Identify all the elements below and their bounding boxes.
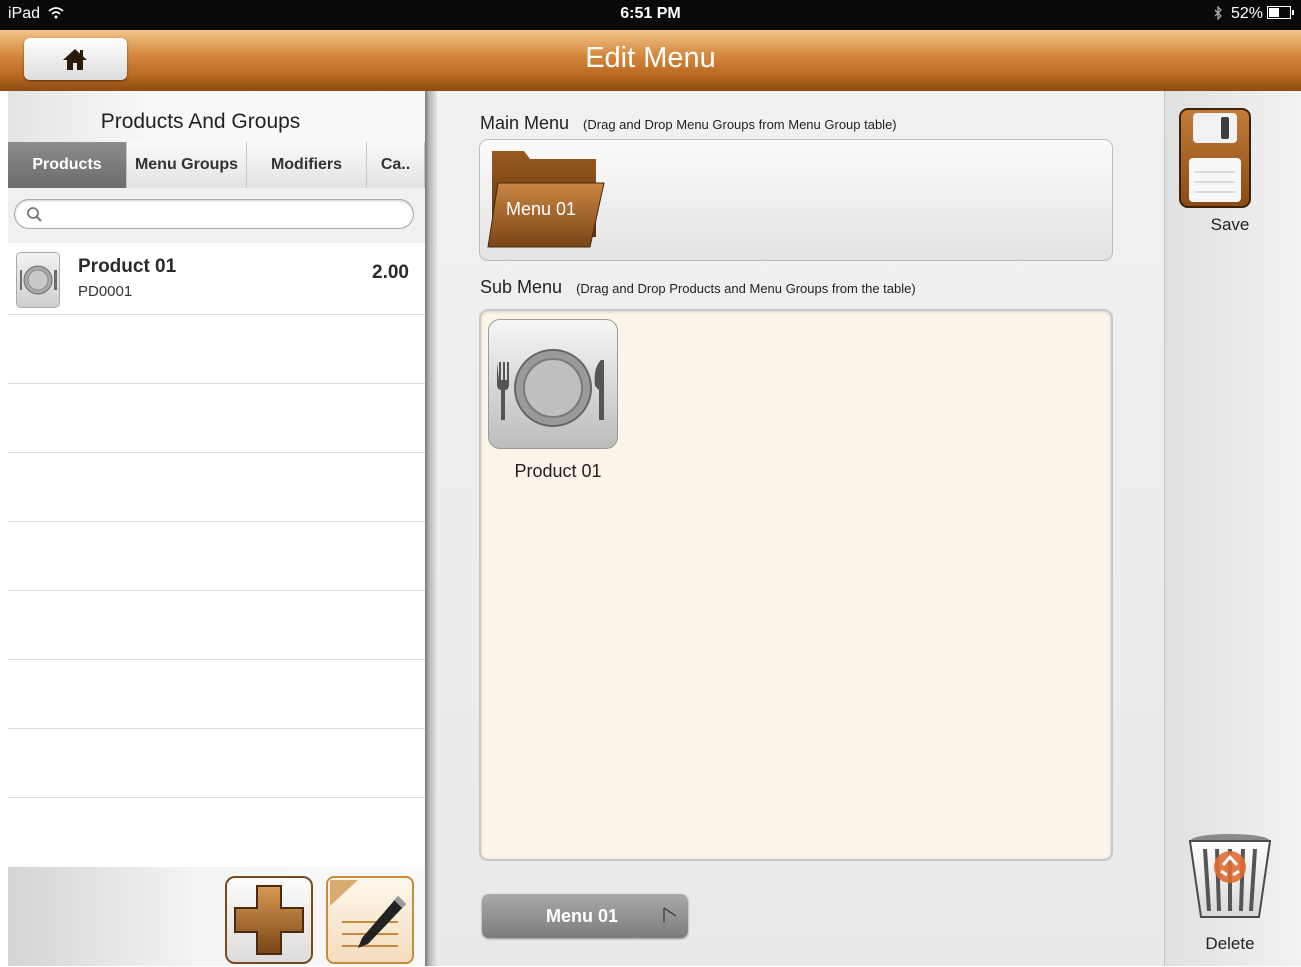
search-input[interactable] [14, 199, 414, 229]
panel-header: Products And Groups [8, 91, 425, 146]
menu-tab-label: Menu 01 [545, 906, 619, 926]
menu-group-folder[interactable]: Menu 01 [486, 147, 606, 251]
empty-row [8, 453, 425, 522]
empty-row [8, 729, 425, 798]
sub-menu-product-tile[interactable] [488, 319, 618, 449]
sub-menu-dropzone[interactable]: Product 01 [479, 309, 1113, 861]
edit-product-button[interactable] [326, 876, 414, 964]
list-item[interactable]: Product 01 PD0001 2.00 [8, 246, 425, 315]
save-disk-icon [1179, 108, 1251, 208]
product-name: Product 01 [78, 256, 177, 277]
panel-title: Products And Groups [100, 110, 301, 133]
action-panel: Save Delete [1164, 91, 1301, 966]
sub-menu-title: Sub Menu (Drag and Drop Products and Menu… [480, 277, 916, 297]
edit-note-icon [330, 880, 406, 948]
main-menu-title: Main Menu (Drag and Drop Menu Groups from… [480, 113, 897, 133]
tab-modifiers[interactable]: Modifiers [247, 142, 367, 188]
search-bar [8, 188, 425, 243]
tab-products[interactable]: Products [8, 142, 127, 188]
plate-icon [16, 252, 60, 308]
plate-icon [497, 349, 604, 427]
add-product-button[interactable] [225, 876, 313, 964]
clock: 6:51 PM [620, 5, 681, 22]
page-title: Edit Menu [585, 42, 716, 74]
product-price: 2.00 [372, 262, 409, 283]
tab-categories[interactable]: Ca.. [367, 142, 425, 188]
main-menu-dropzone[interactable]: Menu 01 [479, 139, 1113, 261]
empty-row [8, 798, 425, 867]
empty-row [8, 315, 425, 384]
menu-tab-button[interactable]: Menu 01 [482, 894, 688, 938]
tab-menu-groups[interactable]: Menu Groups [127, 142, 247, 188]
panel-footer [8, 867, 425, 966]
sub-menu-product-label: Product 01 [514, 461, 602, 481]
tab-bar: Products Menu Groups Modifiers Ca.. [8, 142, 425, 188]
save-button[interactable] [1179, 108, 1251, 208]
status-bar: iPad 6:51 PM 52% [0, 0, 1301, 30]
flag-icon [663, 907, 677, 922]
empty-row [8, 591, 425, 660]
title-bar: Edit Menu [0, 30, 1301, 91]
product-code: PD0001 [78, 283, 133, 300]
empty-row [8, 522, 425, 591]
panel-divider [425, 91, 437, 966]
products-panel: Products And Groups Products Menu Groups… [0, 91, 425, 966]
battery-icon [1267, 6, 1294, 19]
delete-button[interactable] [1185, 831, 1275, 921]
battery-status: 52% [1213, 5, 1294, 23]
plus-icon [234, 885, 304, 955]
search-icon [27, 207, 42, 222]
empty-row [8, 384, 425, 453]
empty-row [8, 660, 425, 729]
bluetooth-icon [1214, 5, 1222, 21]
menu-editor: Main Menu (Drag and Drop Menu Groups from… [437, 91, 1164, 966]
save-label: Save [1210, 215, 1250, 234]
delete-label: Delete [1205, 934, 1255, 953]
folder-label: Menu 01 [506, 199, 577, 219]
recycle-bin-icon [1188, 834, 1272, 918]
